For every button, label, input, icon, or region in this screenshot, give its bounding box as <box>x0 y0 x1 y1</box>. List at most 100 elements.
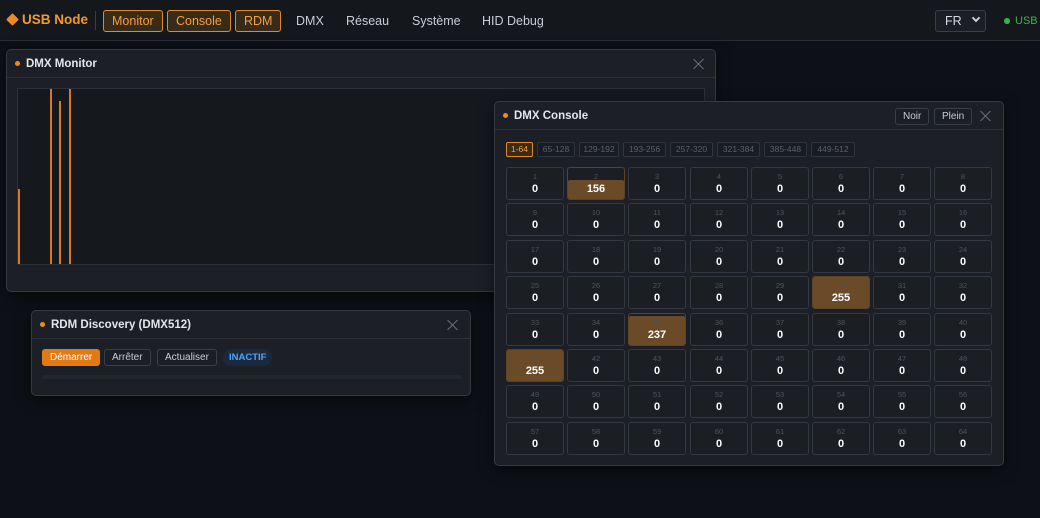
channel-cell[interactable]: 19 0 <box>628 240 686 273</box>
channel-cell[interactable]: 90 <box>506 203 564 236</box>
channel-cell[interactable]: 24 0 <box>934 240 992 273</box>
channel-cell[interactable]: 40 <box>690 167 748 200</box>
rdm-start-button[interactable]: Démarrer <box>42 349 101 366</box>
rdm-refresh-button[interactable]: Actualiser <box>157 349 217 366</box>
channel-number: 52 <box>714 390 724 399</box>
range-tab[interactable]: 129-192 <box>579 142 619 157</box>
channel-cell[interactable]: 36 0 <box>690 313 748 346</box>
channel-cell[interactable]: 31 0 <box>873 276 931 309</box>
channel-cell[interactable]: 46 0 <box>812 349 870 382</box>
channel-cell[interactable]: 40 0 <box>934 313 992 346</box>
channel-cell[interactable]: 41 255 <box>506 349 564 382</box>
panel-header[interactable]: DMX Monitor <box>7 50 715 78</box>
channel-cell[interactable]: 25 0 <box>506 276 564 309</box>
channel-value: 0 <box>715 329 723 341</box>
panel-header[interactable]: DMX Console Noir Plein <box>495 102 1003 130</box>
channel-cell[interactable]: 11 0 <box>628 203 686 236</box>
nav-link-systeme[interactable]: Système <box>412 14 461 28</box>
channel-cell[interactable]: 48 0 <box>934 349 992 382</box>
channel-cell[interactable]: 55 0 <box>873 385 931 418</box>
nav-divider <box>95 11 96 30</box>
channel-cell[interactable]: 35 237 <box>628 313 686 346</box>
channel-cell[interactable]: 18 0 <box>567 240 625 273</box>
range-tab[interactable]: 65-128 <box>537 142 575 157</box>
blackout-button[interactable]: Noir <box>895 108 930 125</box>
channel-cell[interactable]: 37 0 <box>751 313 809 346</box>
panel-title: RDM Discovery (DMX512) <box>51 319 191 331</box>
channel-cell[interactable]: 44 0 <box>690 349 748 382</box>
channel-cell[interactable]: 23 0 <box>873 240 931 273</box>
brand[interactable]: USB Node <box>6 12 88 27</box>
channel-number: 19 <box>652 245 662 254</box>
channel-cell[interactable]: 62 0 <box>812 422 870 455</box>
channel-cell[interactable]: 12 0 <box>690 203 748 236</box>
channel-cell[interactable]: 2 156 <box>567 167 625 200</box>
panel-header[interactable]: RDM Discovery (DMX512) <box>32 311 470 339</box>
rdm-stop-button[interactable]: Arrêter <box>104 349 151 366</box>
channel-cell[interactable]: 16 0 <box>934 203 992 236</box>
channel-cell[interactable]: 30 255 <box>812 276 870 309</box>
channel-cell[interactable]: 42 0 <box>567 349 625 382</box>
channel-cell[interactable]: 61 0 <box>751 422 809 455</box>
channel-cell[interactable]: 43 0 <box>628 349 686 382</box>
full-button[interactable]: Plein <box>934 108 973 125</box>
channel-cell[interactable]: 51 0 <box>628 385 686 418</box>
channel-cell[interactable]: 49 0 <box>506 385 564 418</box>
nav-link-hid-debug[interactable]: HID Debug <box>482 14 544 28</box>
channel-cell[interactable]: 26 0 <box>567 276 625 309</box>
channel-cell[interactable]: 20 0 <box>690 240 748 273</box>
channel-cell[interactable]: 59 0 <box>628 422 686 455</box>
range-tab[interactable]: 321-384 <box>717 142 760 157</box>
close-icon[interactable] <box>447 319 459 331</box>
channel-cell[interactable]: 34 0 <box>567 313 625 346</box>
channel-value: 0 <box>776 401 784 413</box>
channel-cell[interactable]: 21 0 <box>751 240 809 273</box>
range-tab[interactable]: 193-256 <box>623 142 666 157</box>
nav-link-reseau[interactable]: Réseau <box>346 14 389 28</box>
channel-cell[interactable]: 38 0 <box>812 313 870 346</box>
channel-cell[interactable]: 30 <box>628 167 686 200</box>
range-tab[interactable]: 1-64 <box>506 142 533 157</box>
channel-cell[interactable]: 10 0 <box>567 203 625 236</box>
channel-cell[interactable]: 27 0 <box>628 276 686 309</box>
channel-cell[interactable]: 58 0 <box>567 422 625 455</box>
channel-cell[interactable]: 70 <box>873 167 931 200</box>
channel-number: 51 <box>652 390 662 399</box>
channel-cell[interactable]: 63 0 <box>873 422 931 455</box>
channel-cell[interactable]: 15 0 <box>873 203 931 236</box>
channel-cell[interactable]: 60 <box>812 167 870 200</box>
channel-cell[interactable]: 39 0 <box>873 313 931 346</box>
channel-cell[interactable]: 17 0 <box>506 240 564 273</box>
nav-rdm-button[interactable]: RDM <box>235 10 282 32</box>
channel-cell[interactable]: 80 <box>934 167 992 200</box>
channel-cell[interactable]: 32 0 <box>934 276 992 309</box>
channel-cell[interactable]: 45 0 <box>751 349 809 382</box>
close-icon[interactable] <box>693 58 705 70</box>
language-select[interactable]: FR <box>935 10 986 32</box>
channel-cell[interactable]: 33 0 <box>506 313 564 346</box>
channel-cell[interactable]: 50 0 <box>567 385 625 418</box>
channel-cell[interactable]: 54 0 <box>812 385 870 418</box>
channel-cell[interactable]: 56 0 <box>934 385 992 418</box>
nav-link-dmx[interactable]: DMX <box>296 14 324 28</box>
close-icon[interactable] <box>980 110 992 122</box>
range-tab[interactable]: 385-448 <box>764 142 807 157</box>
channel-cell[interactable]: 13 0 <box>751 203 809 236</box>
channel-cell[interactable]: 28 0 <box>690 276 748 309</box>
channel-cell[interactable]: 10 <box>506 167 564 200</box>
channel-cell[interactable]: 57 0 <box>506 422 564 455</box>
nav-monitor-button[interactable]: Monitor <box>103 10 163 32</box>
range-tab[interactable]: 449-512 <box>811 142 855 157</box>
channel-cell[interactable]: 29 0 <box>751 276 809 309</box>
range-tab[interactable]: 257-320 <box>670 142 713 157</box>
channel-cell[interactable]: 52 0 <box>690 385 748 418</box>
channel-cell[interactable]: 47 0 <box>873 349 931 382</box>
channel-cell[interactable]: 64 0 <box>934 422 992 455</box>
channel-cell[interactable]: 60 0 <box>690 422 748 455</box>
nav-console-button[interactable]: Console <box>167 10 231 32</box>
channel-cell[interactable]: 14 0 <box>812 203 870 236</box>
channel-cell[interactable]: 50 <box>751 167 809 200</box>
channel-cell[interactable]: 22 0 <box>812 240 870 273</box>
channel-value: 0 <box>592 256 600 268</box>
channel-cell[interactable]: 53 0 <box>751 385 809 418</box>
